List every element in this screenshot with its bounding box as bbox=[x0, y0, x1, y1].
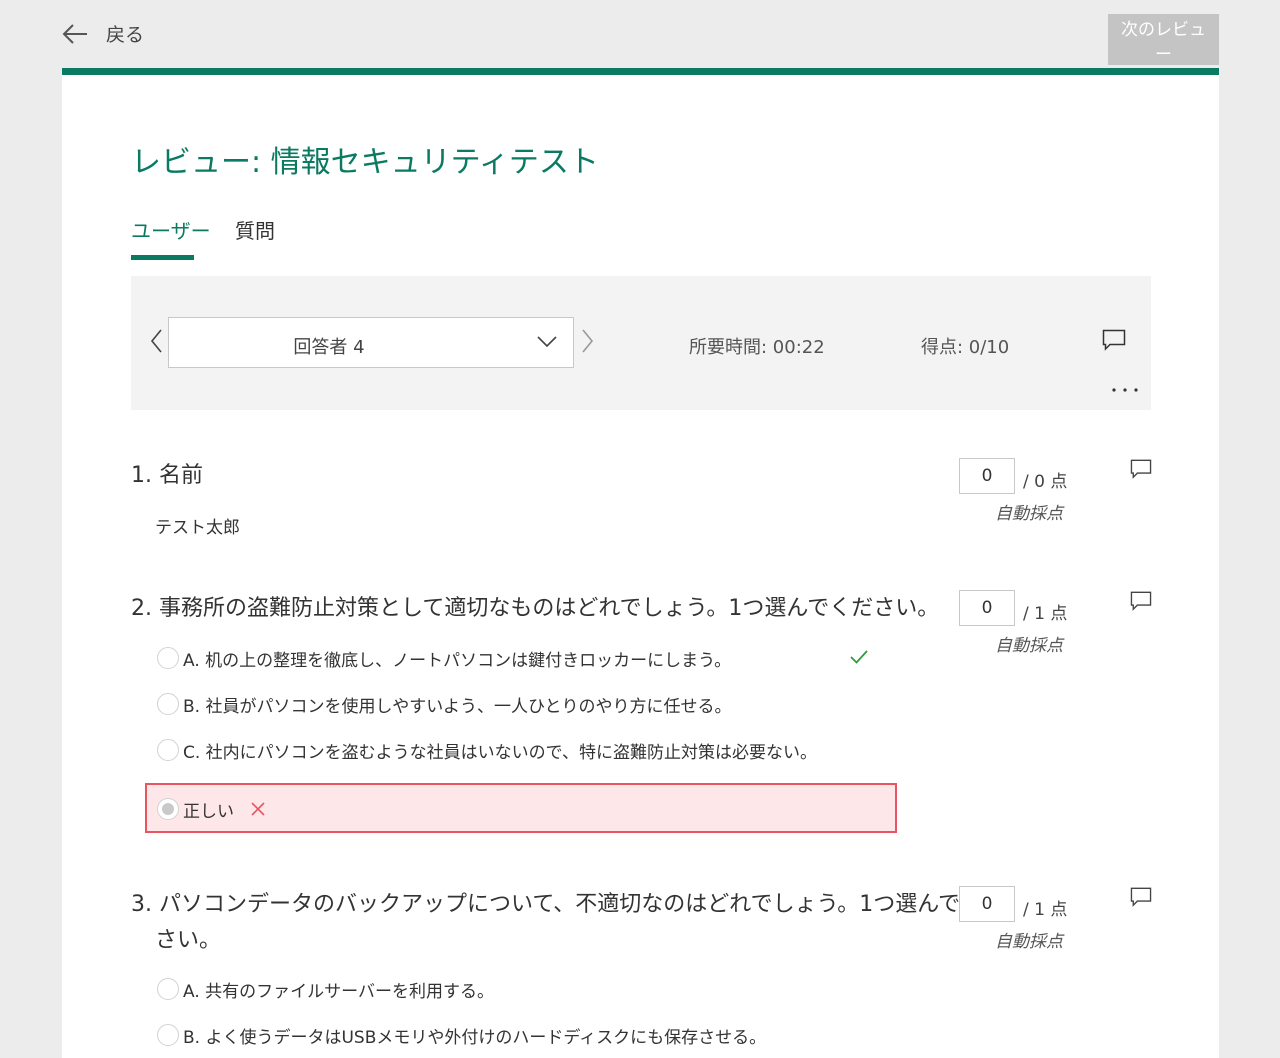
selected-answer-label: 正しい bbox=[183, 801, 234, 822]
more-options-icon[interactable] bbox=[1111, 387, 1139, 393]
radio-button bbox=[157, 739, 179, 761]
question-3-grading-mode: 自動採点 bbox=[995, 932, 1063, 952]
back-label: 戻る bbox=[106, 24, 145, 46]
responder-select-value: 回答者 4 bbox=[293, 337, 365, 358]
time-taken: 所要時間: 00:22 bbox=[689, 337, 825, 358]
total-score: 得点: 0/10 bbox=[921, 337, 1010, 358]
next-review-button[interactable]: 次のレビュー bbox=[1108, 14, 1219, 65]
question-3-comment-icon[interactable] bbox=[1130, 887, 1152, 907]
question-3-max-points: / 1 点 bbox=[1023, 900, 1068, 920]
comment-icon[interactable] bbox=[1102, 329, 1126, 351]
chevron-left-icon[interactable] bbox=[150, 329, 162, 353]
question-3-option-b: B. よく使うデータはUSBメモリや外付けのハードディスクにも保存させる。 bbox=[157, 1022, 766, 1048]
selected-answer-option: 正しい bbox=[157, 796, 266, 822]
question-2-max-points: / 1 点 bbox=[1023, 604, 1068, 624]
question-3-option-a: A. 共有のファイルサーバーを利用する。 bbox=[157, 976, 494, 1002]
chevron-down-icon bbox=[537, 336, 557, 348]
correct-check-icon bbox=[850, 650, 868, 664]
radio-button bbox=[157, 693, 179, 715]
back-button[interactable]: 戻る bbox=[62, 20, 144, 47]
responder-select[interactable]: 回答者 4 bbox=[168, 317, 574, 368]
active-tab-indicator bbox=[131, 255, 194, 260]
option-label: B. よく使うデータはUSBメモリや外付けのハードディスクにも保存させる。 bbox=[183, 1027, 767, 1048]
question-3-title: 3. パソコンデータのバックアップについて、不適切なのはどれでしょう。1つ選んで… bbox=[131, 892, 1005, 917]
radio-button bbox=[157, 647, 179, 669]
tab-user[interactable]: ユーザー bbox=[131, 215, 211, 244]
responder-panel: 回答者 4 所要時間: 00:22 得点: 0/10 bbox=[131, 276, 1151, 410]
radio-button bbox=[157, 978, 179, 1000]
review-card: レビュー: 情報セキュリティテスト ユーザー 質問 回答者 4 所要時間: 00… bbox=[62, 68, 1219, 1058]
question-2-comment-icon[interactable] bbox=[1130, 591, 1152, 611]
page-title: レビュー: 情報セキュリティテスト bbox=[131, 145, 599, 180]
radio-button bbox=[157, 1024, 179, 1046]
option-label: C. 社内にパソコンを盗むような社員はいないので、特に盗難防止対策は必要ない。 bbox=[183, 742, 817, 763]
top-bar: 戻る 次のレビュー bbox=[0, 0, 1280, 68]
arrow-left-icon bbox=[62, 23, 87, 44]
tab-questions[interactable]: 質問 bbox=[235, 215, 275, 244]
selected-answer-incorrect: 正しい bbox=[145, 783, 897, 833]
question-1-comment-icon[interactable] bbox=[1130, 459, 1152, 479]
chevron-right-icon[interactable] bbox=[582, 329, 594, 353]
question-2-option-b: B. 社員がパソコンを使用しやすいよう、一人ひとりのやり方に任せる。 bbox=[157, 691, 731, 717]
question-3-score-input[interactable]: 0 bbox=[959, 886, 1015, 922]
question-3-title-cont: さい。 bbox=[155, 928, 222, 953]
question-1-max-points: / 0 点 bbox=[1023, 472, 1068, 492]
question-2-option-c: C. 社内にパソコンを盗むような社員はいないので、特に盗難防止対策は必要ない。 bbox=[157, 737, 817, 763]
incorrect-x-icon bbox=[251, 802, 265, 816]
question-2-title: 2. 事務所の盗難防止対策として適切なものはどれでしょう。1つ選んでください。 bbox=[131, 596, 940, 621]
question-1-score-input[interactable]: 0 bbox=[959, 458, 1015, 494]
question-1-grading-mode: 自動採点 bbox=[995, 504, 1063, 524]
option-label: A. 机の上の整理を徹底し、ノートパソコンは鍵付きロッカーにしまう。 bbox=[183, 650, 732, 671]
option-label: A. 共有のファイルサーバーを利用する。 bbox=[183, 981, 494, 1002]
question-2-score-input[interactable]: 0 bbox=[959, 590, 1015, 626]
question-2-option-a: A. 机の上の整理を徹底し、ノートパソコンは鍵付きロッカーにしまう。 bbox=[157, 645, 731, 671]
question-2-grading-mode: 自動採点 bbox=[995, 636, 1063, 656]
question-1-title: 1. 名前 bbox=[131, 463, 203, 488]
radio-button-selected bbox=[157, 798, 179, 820]
option-label: B. 社員がパソコンを使用しやすいよう、一人ひとりのやり方に任せる。 bbox=[183, 696, 732, 717]
question-1-answer: テスト太郎 bbox=[155, 518, 240, 538]
